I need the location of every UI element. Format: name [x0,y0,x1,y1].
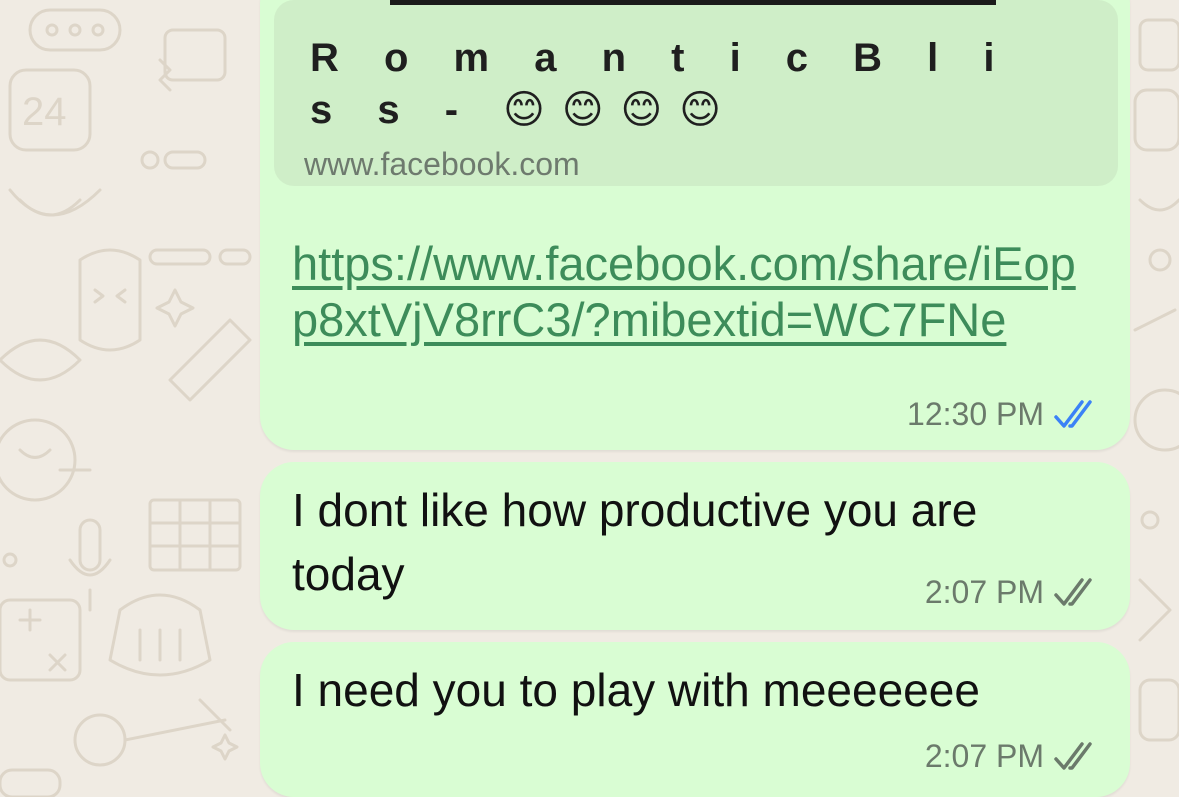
link-message-bubble[interactable]: R o m a n t i c B l i s s - 😊😊😊😊 www.fac… [260,0,1130,450]
message-text: I need you to play with meeeeeee [292,664,980,716]
message-time: 12:30 PM [907,396,1044,432]
delivered-double-check-icon [1054,741,1092,770]
message-bubble[interactable]: I need you to play with meeeeeee 2:07 PM [260,642,1130,797]
message-meta: 12:30 PM [907,396,1100,433]
link-preview-title: R o m a n t i c B l i s s - 😊😊😊😊 [310,36,1012,132]
message-meta: 2:07 PM [925,574,1100,611]
link-preview-image [390,0,996,5]
message-bubble[interactable]: I dont like how productive you are today… [260,462,1130,630]
read-double-check-icon [1054,399,1092,428]
message-link[interactable]: https://www.facebook.com/share/iEopp8xtV… [292,236,1082,348]
message-meta: 2:07 PM [925,738,1100,775]
svg-text:24: 24 [22,90,67,134]
link-preview-card[interactable]: R o m a n t i c B l i s s - 😊😊😊😊 www.fac… [274,0,1118,186]
delivered-double-check-icon [1054,577,1092,606]
link-preview-domain: www.facebook.com [304,146,580,182]
message-time: 2:07 PM [924,738,1044,774]
message-time: 2:07 PM [924,574,1044,610]
